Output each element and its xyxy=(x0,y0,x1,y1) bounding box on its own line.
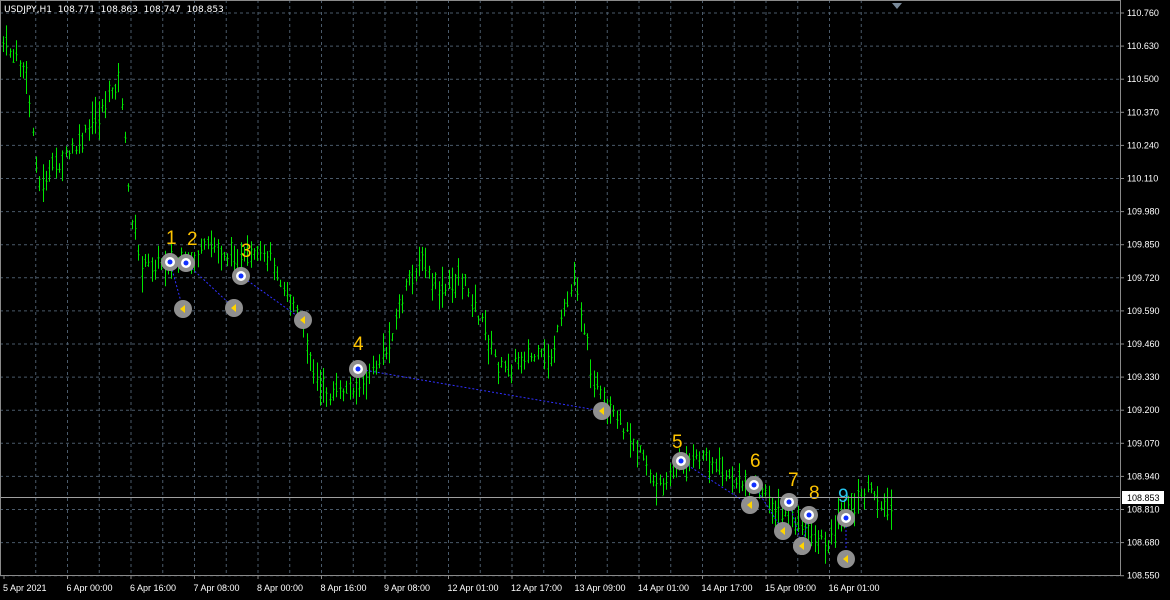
trade-number-label: 9 xyxy=(838,486,849,507)
chart-frame xyxy=(0,0,1121,576)
chart-window[interactable]: 12 3 4 5 6 789 110.760 110.630 110.500 110.370 11… xyxy=(0,0,1170,600)
buy-entry-icon[interactable] xyxy=(232,267,250,285)
chart-grid xyxy=(0,0,1120,577)
ohlc-close: 108.853 xyxy=(186,5,224,15)
time-tick-label: 7 Apr 08:00 xyxy=(194,583,240,593)
ohlc-open: 108.771 xyxy=(57,5,95,15)
price-tick-label: 110.630 xyxy=(1127,41,1159,51)
time-tick-label: 8 Apr 00:00 xyxy=(257,583,303,593)
buy-entry-icon[interactable] xyxy=(349,360,367,378)
buy-entry-icon[interactable] xyxy=(837,509,855,527)
trade-number-label: 4 xyxy=(353,334,364,355)
time-axis[interactable]: 5 Apr 2021 6 Apr 00:00 6 Apr 16:00 7 Apr 08… xyxy=(3,575,880,593)
time-tick-label: 13 Apr 09:00 xyxy=(575,583,626,593)
price-tick-label: 109.850 xyxy=(1127,240,1160,250)
buy-entry-icon[interactable] xyxy=(800,506,818,524)
trade-labels-layer: 1 2 3 4 5 6 78 9 xyxy=(166,228,849,507)
time-tick-label: 15 Apr 09:00 xyxy=(765,583,816,593)
price-chart[interactable]: 1 2 3 4 5 6 78 9 110.760 110.630 110.500 110.370 11… xyxy=(0,0,1170,600)
price-tick-label: 108.550 xyxy=(1127,571,1160,581)
close-arrow-icon[interactable] xyxy=(741,496,759,514)
trade-number-label: 3 xyxy=(241,241,252,262)
close-arrow-icon[interactable] xyxy=(294,311,312,329)
ohlc-high: 108.863 xyxy=(100,5,138,15)
symbol-header: USDJPY,H1 108.771 108.863 108.747 108.85… xyxy=(4,5,224,15)
price-tick-label: 109.330 xyxy=(1127,372,1160,382)
trade-number-label: 8 xyxy=(809,483,820,504)
time-tick-label: 6 Apr 16:00 xyxy=(130,583,176,593)
buy-entry-icon[interactable] xyxy=(161,253,179,271)
time-tick-label: 14 Apr 01:00 xyxy=(638,583,689,593)
time-tick-label: 16 Apr 01:00 xyxy=(829,583,880,593)
close-arrow-icon[interactable] xyxy=(774,522,792,540)
time-tick-label: 8 Apr 16:00 xyxy=(321,583,367,593)
buy-entry-icon[interactable] xyxy=(672,452,690,470)
trade-number-label: 6 xyxy=(750,451,761,472)
price-tick-label: 108.680 xyxy=(1127,538,1160,548)
price-tick-label: 109.720 xyxy=(1127,273,1160,283)
close-arrow-icon[interactable] xyxy=(225,299,243,317)
price-tick-label: 108.940 xyxy=(1127,471,1160,481)
close-arrow-icon[interactable] xyxy=(174,300,192,318)
buy-entry-icon[interactable] xyxy=(177,254,195,272)
buy-entry-icon[interactable] xyxy=(745,476,763,494)
trade-number-label: 5 xyxy=(672,432,683,453)
price-tick-label: 108.810 xyxy=(1127,505,1160,515)
ohlc-low: 108.747 xyxy=(143,5,181,15)
trade-number-label: 7 xyxy=(788,470,799,491)
price-tick-label: 109.590 xyxy=(1127,306,1160,316)
trade-number-label: 1 xyxy=(166,228,177,249)
close-arrow-icon[interactable] xyxy=(793,537,811,555)
time-tick-label: 5 Apr 2021 xyxy=(3,583,47,593)
time-tick-label: 6 Apr 00:00 xyxy=(67,583,113,593)
close-arrow-icon[interactable] xyxy=(837,550,855,568)
current-price-tag: 108.853 xyxy=(1122,491,1164,504)
price-tick-label: 110.370 xyxy=(1127,107,1159,117)
price-tick-label: 109.980 xyxy=(1127,207,1160,217)
trade-line xyxy=(185,262,235,309)
time-tick-label: 14 Apr 17:00 xyxy=(702,583,753,593)
time-tick-label: 12 Apr 01:00 xyxy=(448,583,499,593)
time-tick-label: 9 Apr 08:00 xyxy=(384,583,430,593)
trade-number-label: 2 xyxy=(187,229,198,250)
price-tick-label: 110.760 xyxy=(1127,8,1159,18)
buy-entry-icon[interactable] xyxy=(780,493,798,511)
chart-shift-triangle-icon[interactable] xyxy=(892,3,902,9)
price-tick-label: 109.460 xyxy=(1127,339,1160,349)
price-tick-label: 110.110 xyxy=(1127,174,1158,184)
current-price-value: 108.853 xyxy=(1127,493,1160,503)
price-tick-label: 110.500 xyxy=(1127,74,1159,84)
price-tick-label: 109.200 xyxy=(1127,405,1160,415)
time-tick-label: 12 Apr 17:00 xyxy=(511,583,562,593)
close-arrow-icon[interactable] xyxy=(593,402,611,420)
price-tick-label: 109.070 xyxy=(1127,438,1160,448)
price-tick-label: 110.240 xyxy=(1127,140,1159,150)
symbol-name: USDJPY,H1 xyxy=(4,5,52,15)
